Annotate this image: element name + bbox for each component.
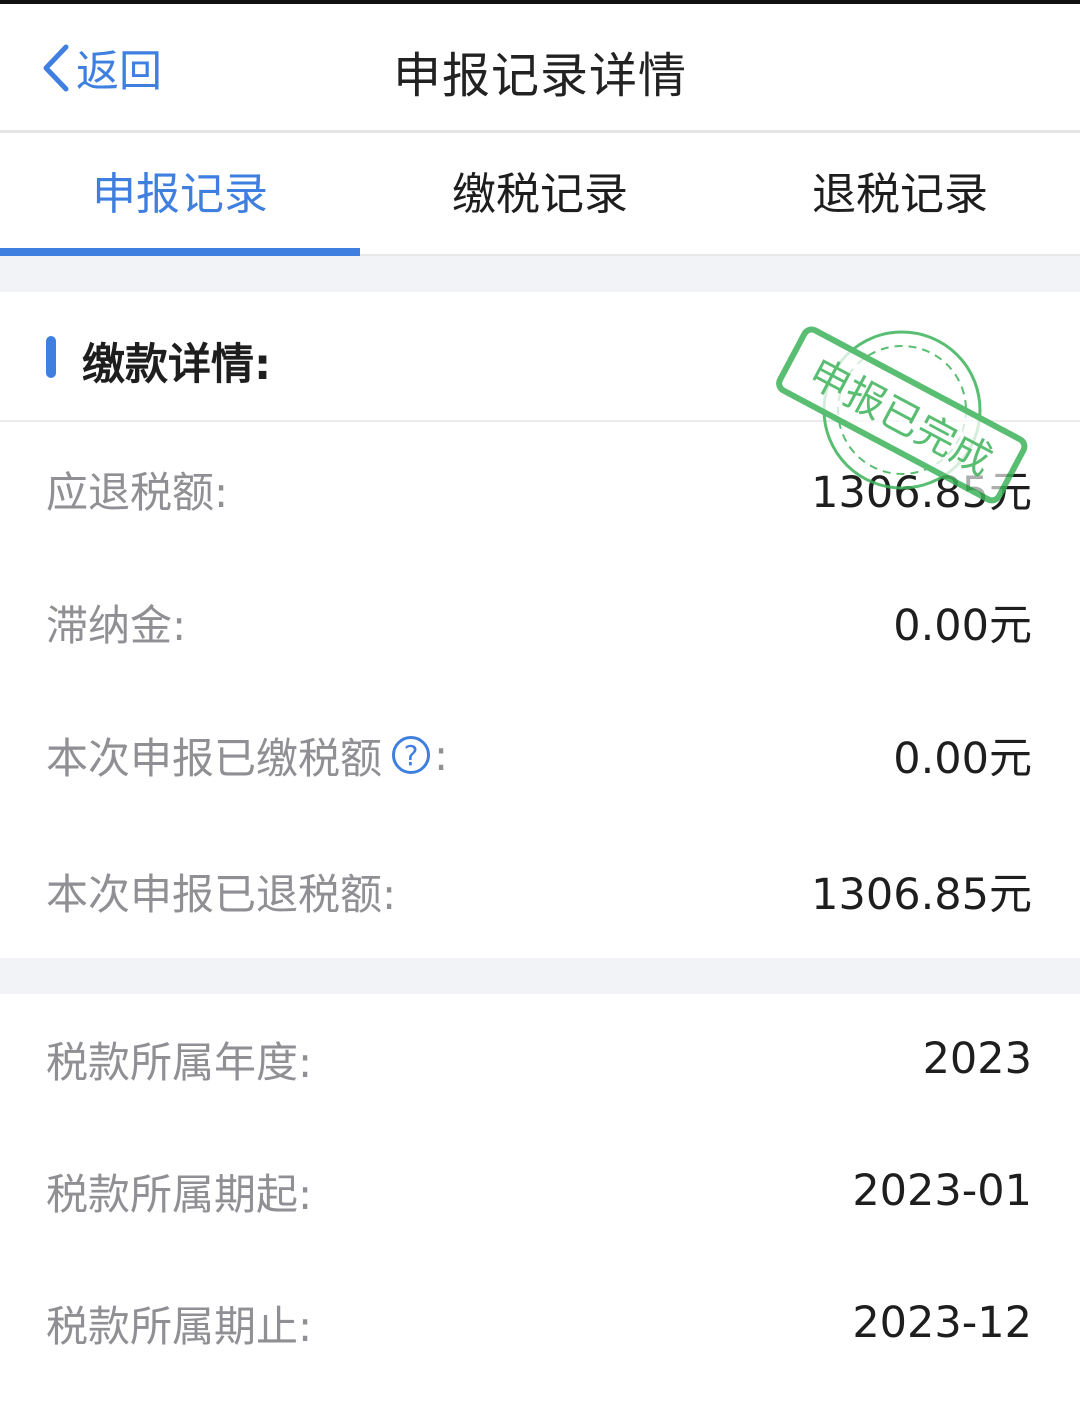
active-tab-indicator	[0, 248, 360, 256]
navigation-bar: 返回 申报记录详情	[0, 4, 1080, 133]
row-value: 2023-12	[852, 1298, 1032, 1348]
row-label: 税款所属年度:	[46, 1037, 313, 1087]
tab-label: 退税记录	[812, 168, 988, 220]
row-value: 2023	[922, 1034, 1032, 1084]
row-tax-year: 税款所属年度: 2023	[0, 1024, 1080, 1094]
tax-period-card: 税款所属年度: 2023 税款所属期起: 2023-01 税款所属期止: 202…	[0, 994, 1080, 1408]
section-accent-bar	[46, 336, 56, 378]
tab-tax-payment-records[interactable]: 缴税记录	[360, 133, 720, 254]
page-title: 申报记录详情	[392, 48, 687, 104]
row-period-start: 税款所属期起: 2023-01	[0, 1156, 1080, 1226]
record-tabs: 申报记录 缴税记录 退税记录	[0, 133, 1080, 256]
row-value: 1306.85元	[811, 468, 1032, 518]
row-value: 2023-01	[852, 1166, 1032, 1216]
row-label: 本次申报已退税额:	[46, 869, 397, 919]
row-label: 本次申报已缴税额	[46, 733, 383, 783]
row-label: 滞纳金:	[46, 600, 187, 650]
row-label: 税款所属期止:	[46, 1301, 313, 1351]
payment-details-card: 缴款详情: 应退税额: 1306.85元 滞纳金: 0.00元 本次申报已缴税额…	[0, 292, 1080, 958]
section-divider	[0, 958, 1080, 994]
row-refundable-tax: 应退税额: 1306.85元	[0, 454, 1080, 524]
row-value: 0.00元	[893, 601, 1032, 651]
row-late-fee: 滞纳金: 0.00元	[0, 587, 1080, 657]
row-label-group: 本次申报已缴税额 ? :	[46, 720, 448, 790]
question-circle-icon[interactable]: ?	[392, 736, 431, 774]
section-header: 缴款详情:	[0, 292, 1080, 422]
row-period-end: 税款所属期止: 2023-12	[0, 1288, 1080, 1358]
tab-label: 申报记录	[92, 168, 268, 220]
row-value: 1306.85元	[811, 870, 1032, 920]
row-paid-tax: 本次申报已缴税额 ? : 0.00元	[0, 720, 1080, 790]
row-label-colon: :	[434, 730, 449, 780]
section-divider	[0, 256, 1080, 292]
section-title: 缴款详情:	[82, 340, 272, 390]
tab-label: 缴税记录	[452, 168, 628, 220]
row-refunded-tax: 本次申报已退税额: 1306.85元	[0, 856, 1080, 926]
row-value: 0.00元	[893, 734, 1032, 784]
row-label: 税款所属期起:	[46, 1169, 313, 1219]
tab-tax-refund-records[interactable]: 退税记录	[720, 133, 1080, 254]
row-label: 应退税额:	[46, 467, 229, 517]
tab-declaration-records[interactable]: 申报记录	[0, 133, 360, 256]
